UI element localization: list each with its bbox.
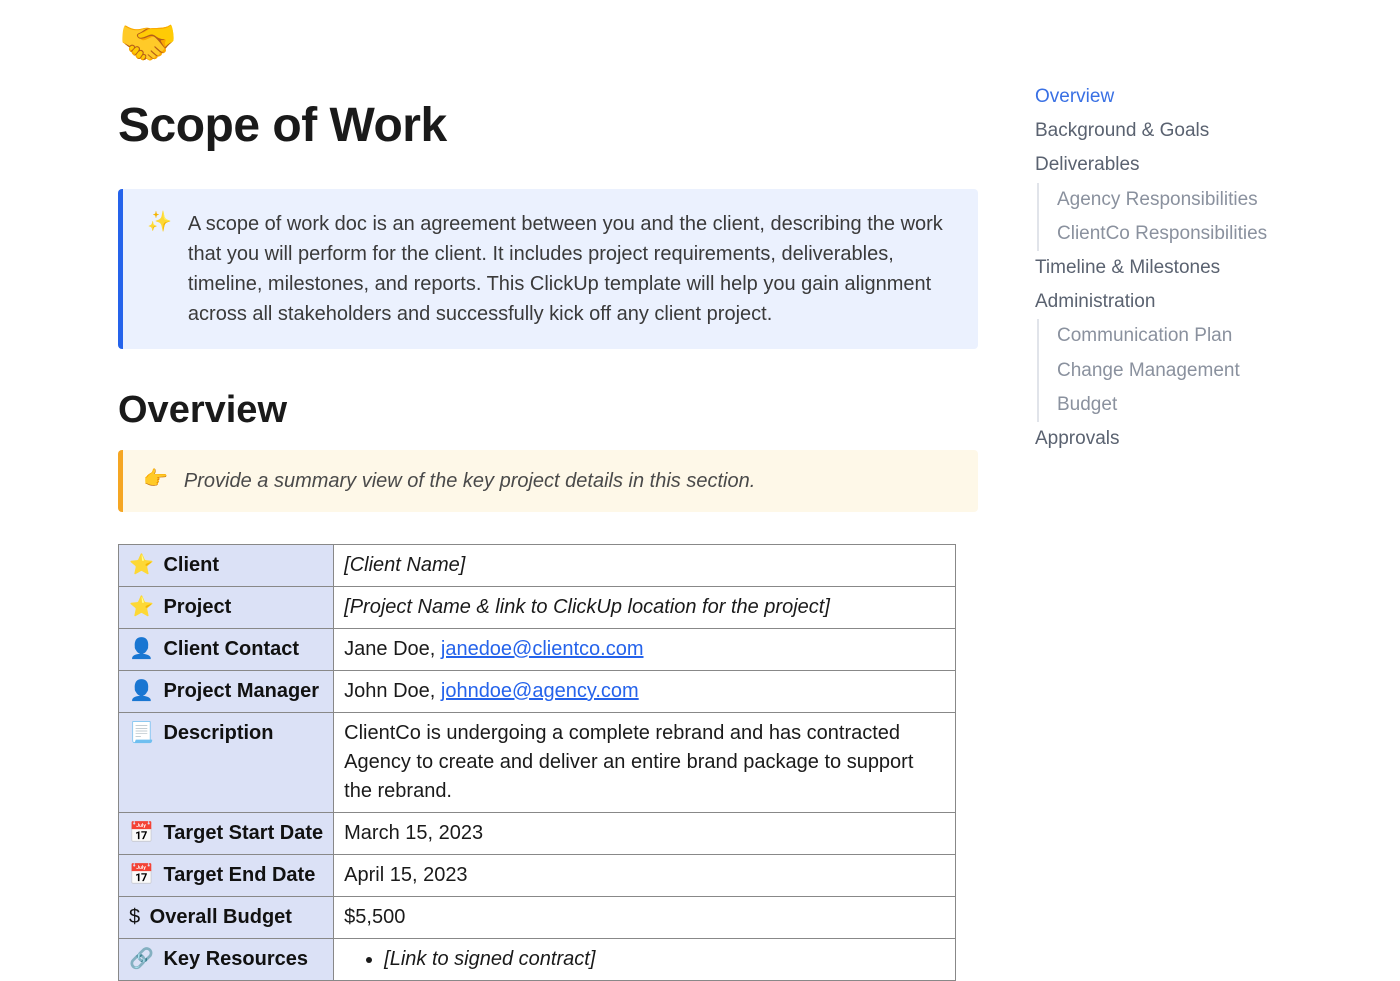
- table-row-label: ⭐ Client: [119, 545, 334, 587]
- table-row-value[interactable]: [Project Name & link to ClickUp location…: [334, 587, 956, 629]
- overview-table[interactable]: ⭐ Client[Client Name]⭐ Project[Project N…: [118, 544, 956, 981]
- table-row-label: 👤 Client Contact: [119, 629, 334, 671]
- pointing-hand-icon: 👉: [143, 466, 168, 496]
- overview-heading[interactable]: Overview: [118, 389, 1000, 432]
- row-icon: 📃: [129, 722, 154, 744]
- table-row[interactable]: 📅 Target End DateApril 15, 2023: [119, 855, 956, 897]
- row-icon: 🔗: [129, 948, 154, 970]
- table-row[interactable]: ⭐ Client[Client Name]: [119, 545, 956, 587]
- table-row-value[interactable]: [Client Name]: [334, 545, 956, 587]
- toc-item[interactable]: Administration: [1035, 285, 1315, 319]
- sparkles-icon: ✨: [147, 209, 172, 329]
- table-row-value[interactable]: $5,500: [334, 897, 956, 939]
- table-row-label: 👤 Project Manager: [119, 671, 334, 713]
- intro-callout-text: A scope of work doc is an agreement betw…: [188, 209, 954, 329]
- toc-item[interactable]: Background & Goals: [1035, 114, 1315, 148]
- toc-subitem[interactable]: Agency Responsibilities: [1037, 183, 1315, 217]
- table-row[interactable]: 👤 Client ContactJane Doe, janedoe@client…: [119, 629, 956, 671]
- row-icon: ⭐: [129, 596, 154, 618]
- table-row-label: 📅 Target End Date: [119, 855, 334, 897]
- toc-item[interactable]: Overview: [1035, 80, 1315, 114]
- toc-item[interactable]: Deliverables: [1035, 148, 1315, 182]
- table-row-value[interactable]: April 15, 2023: [334, 855, 956, 897]
- intro-callout[interactable]: ✨ A scope of work doc is an agreement be…: [118, 189, 978, 349]
- overview-tip-callout[interactable]: 👉 Provide a summary view of the key proj…: [118, 450, 978, 512]
- table-row-label: 📅 Target Start Date: [119, 813, 334, 855]
- table-row-label: $ Overall Budget: [119, 897, 334, 939]
- overview-tip-text: Provide a summary view of the key projec…: [184, 466, 755, 496]
- table-row-label: 📃 Description: [119, 713, 334, 813]
- table-row[interactable]: 👤 Project ManagerJohn Doe, johndoe@agenc…: [119, 671, 956, 713]
- table-of-contents: OverviewBackground & GoalsDeliverablesAg…: [1035, 80, 1315, 456]
- table-row-value[interactable]: John Doe, johndoe@agency.com: [334, 671, 956, 713]
- list-item[interactable]: [Link to signed contract]: [384, 945, 945, 974]
- toc-subitem[interactable]: Communication Plan: [1037, 319, 1315, 353]
- table-row-label: ⭐ Project: [119, 587, 334, 629]
- table-row[interactable]: 📅 Target Start DateMarch 15, 2023: [119, 813, 956, 855]
- doc-title[interactable]: Scope of Work: [118, 98, 1000, 153]
- table-row-value[interactable]: March 15, 2023: [334, 813, 956, 855]
- table-row-value[interactable]: ClientCo is undergoing a complete rebran…: [334, 713, 956, 813]
- email-link[interactable]: janedoe@clientco.com: [441, 638, 644, 660]
- row-icon: $: [129, 906, 140, 928]
- row-icon: ⭐: [129, 554, 154, 576]
- row-icon: 📅: [129, 822, 154, 844]
- table-row-value[interactable]: [Link to signed contract]: [334, 939, 956, 981]
- row-icon: 📅: [129, 864, 154, 886]
- table-row[interactable]: $ Overall Budget$5,500: [119, 897, 956, 939]
- table-row[interactable]: 📃 DescriptionClientCo is undergoing a co…: [119, 713, 956, 813]
- document-main: 🤝 Scope of Work ✨ A scope of work doc is…: [0, 0, 1000, 981]
- toc-item[interactable]: Timeline & Milestones: [1035, 251, 1315, 285]
- email-link[interactable]: johndoe@agency.com: [441, 680, 639, 702]
- row-icon: 👤: [129, 638, 154, 660]
- doc-emoji-icon[interactable]: 🤝: [118, 20, 1000, 68]
- table-row-label: 🔗 Key Resources: [119, 939, 334, 981]
- table-row[interactable]: ⭐ Project[Project Name & link to ClickUp…: [119, 587, 956, 629]
- table-row-value[interactable]: Jane Doe, janedoe@clientco.com: [334, 629, 956, 671]
- toc-subitem[interactable]: ClientCo Responsibilities: [1037, 217, 1315, 251]
- toc-item[interactable]: Approvals: [1035, 422, 1315, 456]
- table-row[interactable]: 🔗 Key Resources [Link to signed contract]: [119, 939, 956, 981]
- row-icon: 👤: [129, 680, 154, 702]
- toc-subitem[interactable]: Change Management: [1037, 354, 1315, 388]
- toc-subitem[interactable]: Budget: [1037, 388, 1315, 422]
